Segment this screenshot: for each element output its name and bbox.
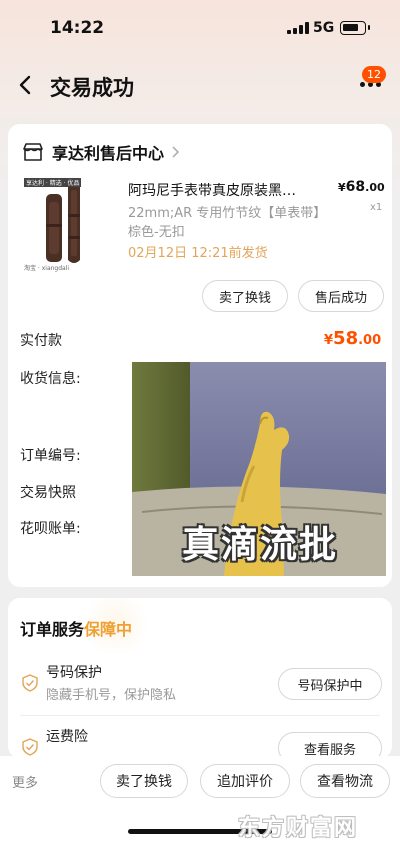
meme-image: 真滴流批 bbox=[132, 362, 386, 576]
sell-button[interactable]: 卖了换钱 bbox=[202, 280, 288, 312]
shop-header[interactable]: 享达利售后中心 bbox=[22, 140, 180, 164]
shield-check-icon bbox=[22, 674, 38, 692]
product-price: ¥68.00 bbox=[338, 179, 385, 195]
service-item-name: 运费险 bbox=[46, 729, 88, 745]
service-item-name: 号码保护 bbox=[46, 665, 102, 681]
watermark: 东方财富网 bbox=[238, 816, 359, 841]
page-title: 交易成功 bbox=[50, 76, 134, 100]
product-image-caption: 淘宝 · xiangdali bbox=[24, 265, 70, 272]
ship-time: 02月12日 12:21前发货 bbox=[128, 246, 268, 261]
back-icon[interactable] bbox=[14, 73, 38, 97]
sell-button-bottom[interactable]: 卖了换钱 bbox=[100, 764, 188, 798]
bottom-action-bar: 更多 卖了换钱 追加评价 查看物流 东方财富网 bbox=[0, 756, 400, 843]
order-number-label: 订单编号: bbox=[20, 448, 81, 464]
nav-bar: 交易成功 12 bbox=[0, 60, 400, 112]
status-bar: 14:22 5G bbox=[0, 0, 400, 56]
chevron-right-icon bbox=[172, 146, 180, 158]
after-sale-button[interactable]: 售后成功 bbox=[298, 280, 384, 312]
address-label: 收货信息: bbox=[20, 371, 81, 387]
network-label: 5G bbox=[313, 20, 335, 36]
number-protection-button[interactable]: 号码保护中 bbox=[278, 668, 382, 700]
product-quantity: x1 bbox=[370, 202, 383, 213]
view-service-button[interactable]: 查看服务 bbox=[278, 732, 382, 758]
snapshot-label[interactable]: 交易快照 bbox=[20, 482, 76, 502]
product-title[interactable]: 阿玛尼手表带真皮原装黑… bbox=[128, 180, 318, 200]
order-service-card: 订单服务保障中 号码保护 隐藏手机号，保护隐私 号码保护中 运费险 查看服务 bbox=[8, 598, 392, 758]
notification-badge: 12 bbox=[362, 66, 386, 83]
huabei-label: 花呗账单: bbox=[20, 521, 81, 537]
product-image-tag: 享达利 · 精选 · 优品 bbox=[24, 178, 82, 187]
meme-caption: 真滴流批 bbox=[182, 523, 338, 566]
product-image[interactable]: 享达利 · 精选 · 优品 淘宝 · xiangdali bbox=[22, 176, 100, 274]
add-review-button[interactable]: 追加评价 bbox=[200, 764, 290, 798]
product-sku: 22mm;AR 专用竹节纹【单表带】棕色-无扣 bbox=[128, 206, 327, 240]
more-link[interactable]: 更多 bbox=[12, 772, 38, 791]
paid-label: 实付款 bbox=[20, 333, 62, 349]
signal-icon bbox=[287, 22, 309, 34]
order-card: 享达利售后中心 享达利 · 精选 · 优品 淘宝 · xiangdali 阿玛尼… bbox=[8, 124, 392, 587]
shop-icon bbox=[23, 143, 43, 161]
status-time: 14:22 bbox=[50, 18, 105, 38]
divider bbox=[20, 715, 380, 716]
shield-check-icon bbox=[22, 738, 38, 756]
service-title: 订单服务保障中 bbox=[20, 620, 133, 639]
service-item-desc: 隐藏手机号，保护隐私 bbox=[46, 688, 177, 703]
paid-amount: ¥58.00 bbox=[324, 328, 382, 349]
view-logistics-button[interactable]: 查看物流 bbox=[300, 764, 390, 798]
battery-icon bbox=[340, 21, 370, 35]
more-menu-icon[interactable] bbox=[360, 82, 384, 90]
shop-name: 享达利售后中心 bbox=[52, 144, 165, 163]
